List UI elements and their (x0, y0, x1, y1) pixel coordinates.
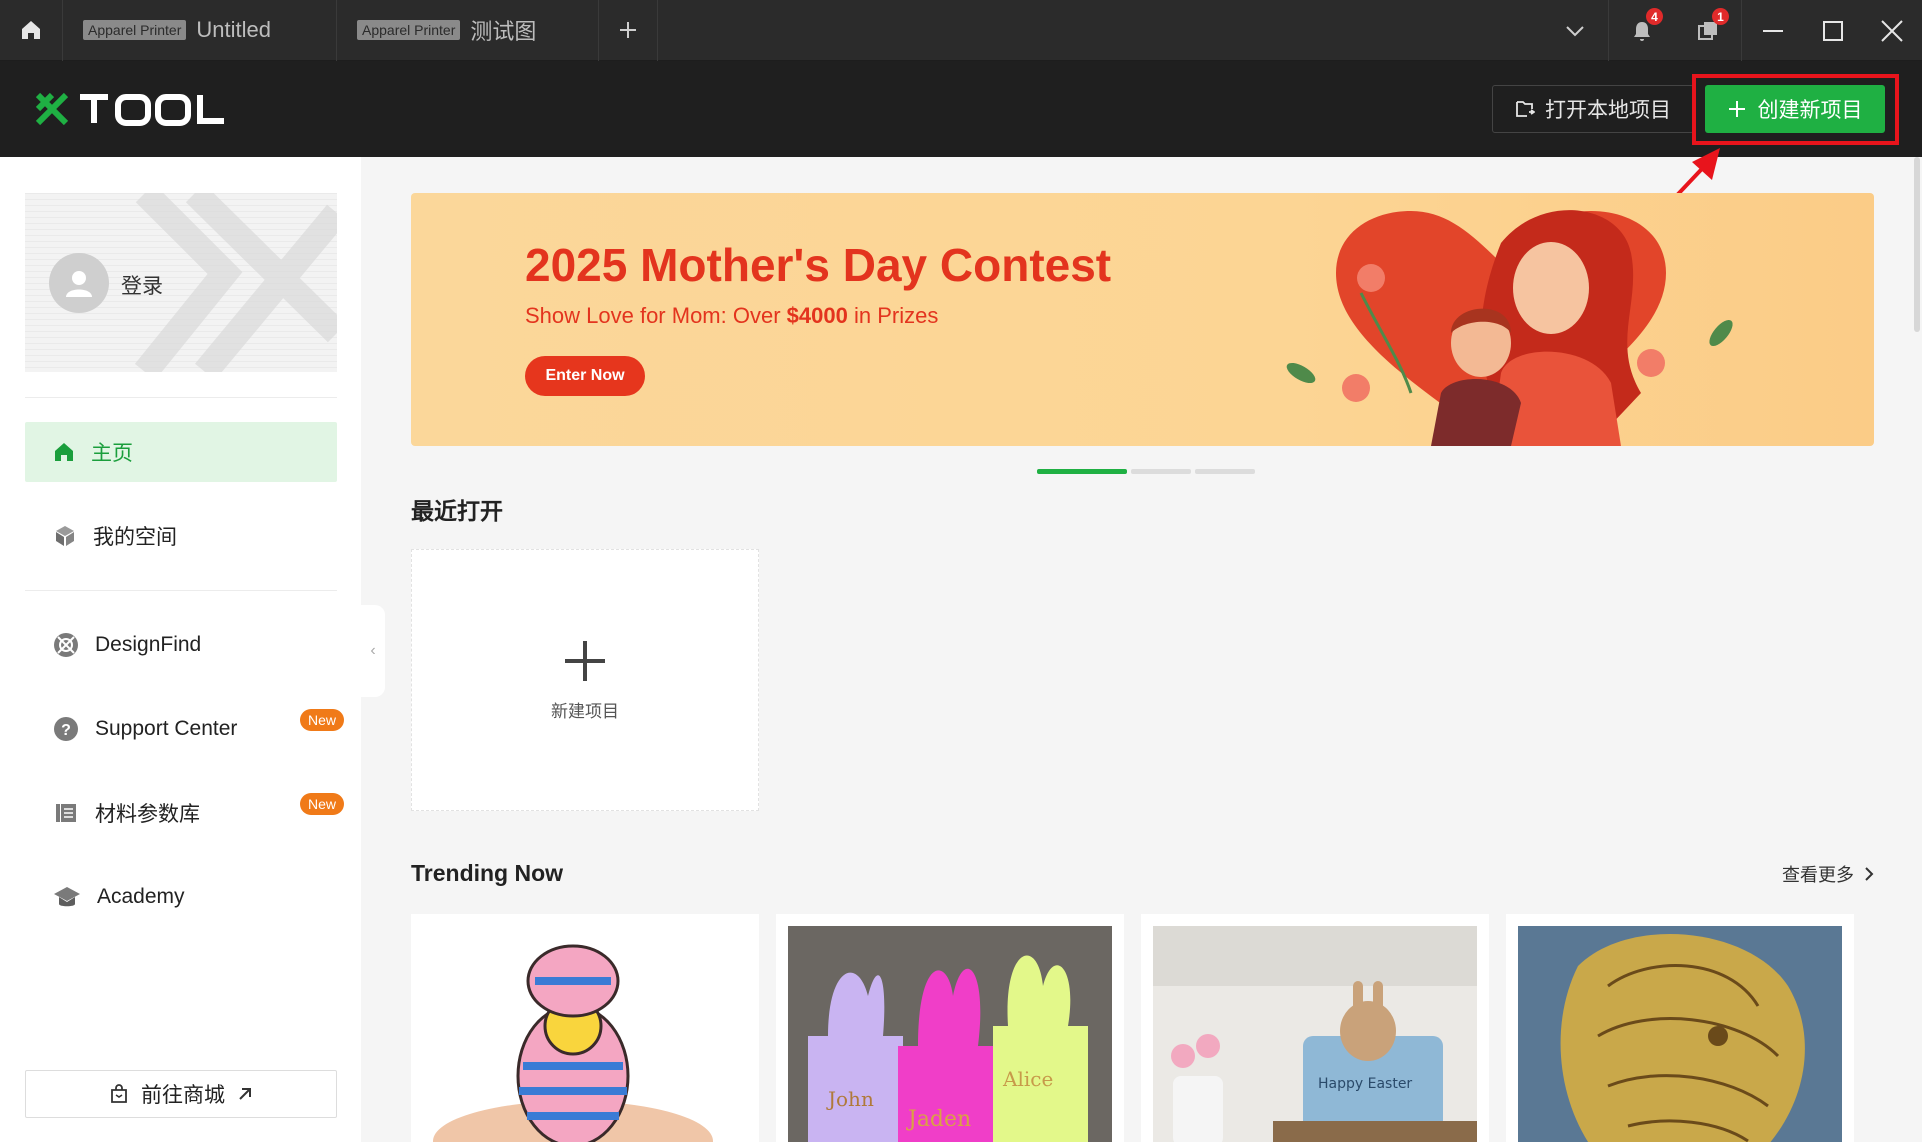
divider (25, 397, 337, 398)
plus-icon (620, 22, 636, 38)
home-button[interactable] (0, 0, 62, 61)
trending-card[interactable]: Happy Easter (1141, 914, 1489, 1142)
minimize-icon (1763, 29, 1783, 32)
avatar (49, 253, 109, 313)
nav-item-material-library[interactable]: 材料参数库 New (25, 783, 344, 843)
tab-type-badge: Apparel Printer (83, 20, 187, 40)
promo-banner[interactable]: 2025 Mother's Day Contest Show Love for … (411, 193, 1874, 446)
close-icon (1881, 19, 1903, 42)
minimize-button[interactable] (1742, 0, 1804, 61)
new-badge: New (299, 709, 344, 731)
nav-item-academy[interactable]: Academy (25, 867, 337, 927)
profile-card[interactable]: 登录 (25, 193, 337, 372)
open-local-project-button[interactable]: 打开本地项目 (1492, 85, 1694, 133)
tab-title: Untitled (196, 17, 271, 42)
recent-section-title: 最近打开 (411, 498, 503, 524)
enter-now-button[interactable]: Enter Now (525, 356, 645, 396)
card-label-john: John (826, 1087, 874, 1111)
tabs-dropdown-button[interactable] (1542, 0, 1608, 61)
see-more-link[interactable]: 查看更多 (1782, 861, 1874, 887)
close-button[interactable] (1862, 0, 1922, 61)
cube-icon (56, 526, 74, 546)
nav-label: Support Center (95, 717, 238, 740)
login-label[interactable]: 登录 (121, 270, 163, 300)
divider (25, 590, 337, 591)
chevron-right-icon (1865, 867, 1874, 881)
card-label-jaden: Jaden (906, 1107, 971, 1132)
trending-card[interactable] (1506, 914, 1854, 1142)
home-icon (22, 21, 40, 39)
trending-card[interactable] (411, 914, 759, 1142)
new-project-card[interactable]: 新建项目 (411, 549, 759, 811)
carousel-dot[interactable] (1131, 469, 1191, 474)
svg-text:?: ? (61, 722, 71, 739)
library-icon (56, 804, 76, 822)
window-controls: 4 1 (1542, 0, 1922, 61)
user-icon (66, 271, 92, 297)
home-icon (55, 443, 73, 461)
graduation-cap-icon (54, 887, 80, 907)
go-to-store-button[interactable]: 前往商城 (25, 1070, 337, 1118)
trending-card-image: John Jaden Alice (788, 926, 1112, 1142)
tab-test-image[interactable]: Apparel Printer 测试图 (336, 0, 598, 61)
card-label-happy-easter: Happy Easter (1318, 1076, 1412, 1092)
nav-item-home[interactable]: 主页 (25, 422, 337, 482)
maximize-icon (1823, 20, 1843, 41)
xtool-logo (35, 91, 226, 132)
new-project-label: 新建项目 (551, 701, 619, 721)
designfind-icon (54, 633, 78, 657)
add-tab-button[interactable] (598, 0, 658, 61)
trending-card[interactable]: John Jaden Alice (776, 914, 1124, 1142)
message-count-badge: 1 (1712, 8, 1729, 25)
trending-card-image (1518, 926, 1842, 1142)
banner-prize-amount: $4000 (786, 303, 848, 328)
card-label-alice: Alice (1002, 1067, 1053, 1091)
nav-item-support-center[interactable]: ? Support Center New (25, 699, 344, 759)
nav-item-designfind[interactable]: DesignFind (25, 615, 337, 675)
plus-icon (565, 640, 605, 681)
trending-card-image: Happy Easter (1153, 926, 1477, 1142)
messages-button[interactable]: 1 (1675, 0, 1741, 61)
nav-label: 材料参数库 (95, 803, 200, 826)
nav-item-my-space[interactable]: 我的空间 (25, 506, 337, 566)
new-badge: New (299, 793, 344, 815)
external-link-icon (239, 1088, 251, 1100)
banner-subtitle-suffix: in Prizes (853, 303, 939, 328)
banner-title: 2025 Mother's Day Contest (525, 239, 1112, 291)
trending-section-title: Trending Now (411, 860, 564, 886)
notification-count-badge: 4 (1646, 8, 1663, 25)
mother-child-illustration (1286, 210, 1733, 446)
nav-label: DesignFind (95, 633, 202, 656)
nav-label: 主页 (91, 442, 133, 465)
main-content: 2025 Mother's Day Contest Show Love for … (361, 157, 1922, 1142)
see-more-label: 查看更多 (1782, 865, 1854, 885)
notifications-button[interactable]: 4 (1609, 0, 1675, 61)
page-scrollbar[interactable] (1914, 157, 1920, 332)
folder-open-icon (1516, 101, 1535, 117)
store-label: 前往商城 (141, 1084, 225, 1107)
carousel-dot[interactable] (1195, 469, 1255, 474)
tab-type-badge: Apparel Printer (357, 20, 461, 40)
annotation-highlight-box (1692, 74, 1899, 145)
banner-subtitle: Show Love for Mom: Over $4000 in Prizes (525, 303, 938, 329)
chevron-down-icon (1566, 25, 1584, 36)
sidebar: 登录 主页 我的空间 DesignFind ? Support Center N… (0, 157, 361, 1142)
tab-untitled[interactable]: Apparel Printer Untitled (62, 0, 336, 61)
carousel-indicator (1037, 469, 1255, 474)
maximize-button[interactable] (1804, 0, 1862, 61)
help-icon: ? (54, 717, 78, 741)
tab-bar: Apparel Printer Untitled Apparel Printer… (0, 0, 1922, 61)
banner-subtitle-text: Show Love for Mom: Over (525, 303, 781, 328)
nav-label: Academy (97, 885, 185, 908)
tab-title: 测试图 (470, 19, 537, 44)
shopping-bag-icon (111, 1084, 127, 1103)
open-local-label: 打开本地项目 (1545, 99, 1671, 122)
trending-card-image (423, 926, 747, 1142)
app-window: Apparel Printer Untitled Apparel Printer… (0, 0, 1922, 1142)
nav-label: 我的空间 (93, 526, 177, 549)
carousel-dot[interactable] (1037, 469, 1127, 474)
